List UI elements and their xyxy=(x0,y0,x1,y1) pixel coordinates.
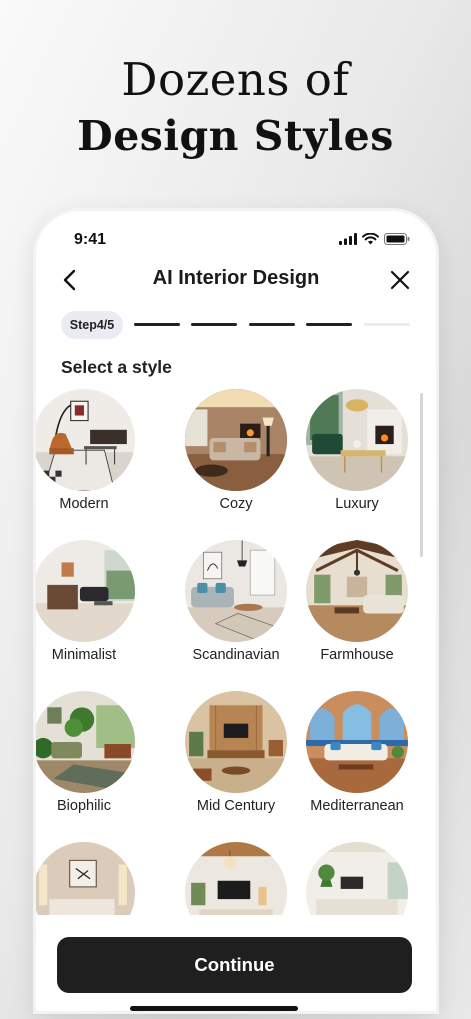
cellular-signal-icon xyxy=(339,233,357,245)
style-image-cozy xyxy=(185,389,287,491)
style-option-10[interactable] xyxy=(36,842,144,915)
close-icon[interactable] xyxy=(388,268,412,292)
progress-segment-5 xyxy=(364,323,410,326)
status-time: 9:41 xyxy=(74,231,107,248)
style-grid: Modern Cozy Luxury Minimalist Scandinavi… xyxy=(36,389,436,915)
home-indicator xyxy=(130,1006,298,1011)
progress-segment-2 xyxy=(191,323,237,326)
style-label-scandinavian: Scandinavian xyxy=(192,647,280,663)
wifi-icon xyxy=(362,233,379,245)
style-label-cozy: Cozy xyxy=(219,496,253,512)
style-image-biophilic xyxy=(36,691,135,793)
headline-line-2: Design Styles xyxy=(77,112,394,160)
headline: Dozens of Design Styles xyxy=(0,52,471,164)
style-image-modern xyxy=(36,389,135,491)
page-title: AI Interior Design xyxy=(152,267,320,289)
style-label-farmhouse: Farmhouse xyxy=(320,647,394,663)
style-option-12[interactable] xyxy=(297,842,417,915)
style-option-cozy[interactable]: Cozy xyxy=(176,389,296,512)
phone-frame: 9:41 AI Interior Design Step4/5 Select a… xyxy=(36,211,436,1011)
battery-icon xyxy=(384,233,410,245)
headline-line-1: Dozens of xyxy=(121,53,350,106)
style-image-minimalist xyxy=(36,540,135,642)
style-option-modern[interactable]: Modern xyxy=(36,389,144,512)
style-label-biophilic: Biophilic xyxy=(57,798,111,814)
style-image-10 xyxy=(36,842,135,915)
style-option-biophilic[interactable]: Biophilic xyxy=(36,691,144,814)
style-image-luxury xyxy=(306,389,408,491)
style-label-mediterranean: Mediterranean xyxy=(310,798,404,814)
style-label-luxury: Luxury xyxy=(335,496,379,512)
style-label-minimalist: Minimalist xyxy=(51,647,117,663)
style-label-mid-century: Mid Century xyxy=(196,798,276,814)
style-option-luxury[interactable]: Luxury xyxy=(297,389,417,512)
progress-segment-1 xyxy=(134,323,180,326)
style-option-scandinavian[interactable]: Scandinavian xyxy=(176,540,296,663)
step-indicator: Step4/5 xyxy=(61,311,123,339)
style-option-minimalist[interactable]: Minimalist xyxy=(36,540,144,663)
style-image-mid-century xyxy=(185,691,287,793)
status-icons xyxy=(339,233,410,245)
style-image-scandinavian xyxy=(185,540,287,642)
continue-button[interactable]: Continue xyxy=(57,937,412,993)
style-option-farmhouse[interactable]: Farmhouse xyxy=(297,540,417,663)
progress-segment-4 xyxy=(306,323,352,326)
progress-segment-3 xyxy=(249,323,295,326)
style-option-mediterranean[interactable]: Mediterranean xyxy=(297,691,417,814)
style-label-modern: Modern xyxy=(59,496,109,512)
style-image-mediterranean xyxy=(306,691,408,793)
style-image-11 xyxy=(185,842,287,915)
style-image-farmhouse xyxy=(306,540,408,642)
style-option-11[interactable] xyxy=(176,842,296,915)
style-image-12 xyxy=(306,842,408,915)
section-title: Select a style xyxy=(61,357,172,377)
style-option-mid-century[interactable]: Mid Century xyxy=(176,691,296,814)
